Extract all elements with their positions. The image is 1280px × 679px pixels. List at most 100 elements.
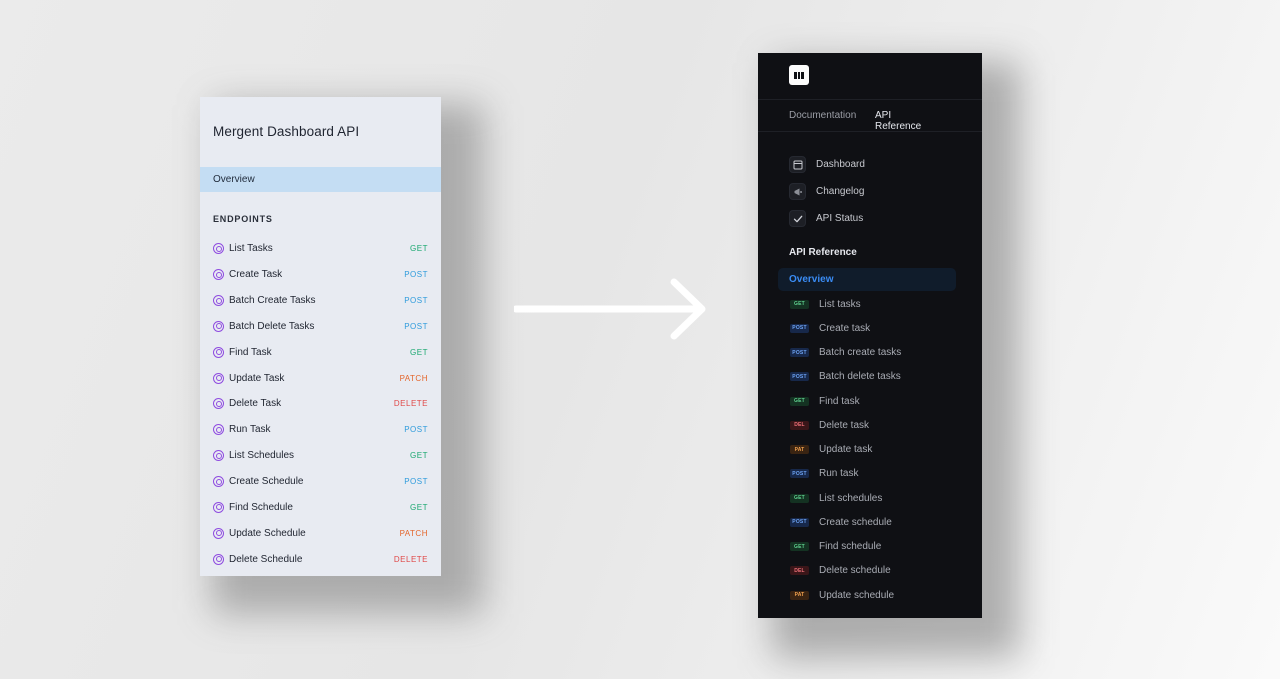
endpoint-item[interactable]: Create Task POST [213, 262, 428, 288]
tab-documentation[interactable]: Documentation [789, 110, 856, 132]
endpoint-label: Create task [819, 322, 871, 334]
method-badge: POST [790, 372, 809, 382]
primary-nav: Dashboard Changelog API Status [789, 151, 865, 232]
endpoint-label: Batch Delete Tasks [229, 320, 315, 332]
method-badge: GET [410, 451, 428, 461]
endpoint-label: Find Schedule [229, 501, 293, 513]
endpoint-item[interactable]: DEL Delete schedule [790, 559, 901, 583]
target-icon [213, 424, 224, 436]
target-icon [213, 527, 224, 539]
endpoint-item[interactable]: Run Task POST [213, 417, 428, 443]
endpoint-label: Delete schedule [819, 565, 891, 577]
method-badge: POST [790, 323, 809, 333]
endpoint-item[interactable]: Delete Schedule DELETE [213, 546, 428, 572]
nav-label: Dashboard [816, 159, 865, 170]
endpoint-item[interactable]: Batch Delete Tasks POST [213, 314, 428, 340]
method-badge: GET [790, 396, 809, 406]
endpoint-item[interactable]: PAT Update schedule [790, 583, 901, 607]
nav-label: API Status [816, 213, 864, 224]
method-badge: GET [410, 244, 428, 254]
endpoint-label: Create schedule [819, 516, 892, 528]
endpoint-label: Delete Schedule [229, 553, 303, 565]
endpoint-item[interactable]: Delete Task DELETE [213, 391, 428, 417]
light-sidebar: Mergent Dashboard API Overview ENDPOINTS… [200, 97, 441, 576]
endpoint-item[interactable]: POST Batch create tasks [790, 341, 901, 365]
logo-icon[interactable] [789, 65, 809, 85]
endpoint-label: Create Task [229, 269, 283, 281]
sidebar-title: Mergent Dashboard API [213, 124, 360, 139]
endpoint-item[interactable]: Update Schedule PATCH [213, 520, 428, 546]
nav-item-changelog[interactable]: Changelog [789, 178, 865, 205]
endpoint-item[interactable]: POST Batch delete tasks [790, 365, 901, 389]
endpoint-item[interactable]: Batch Create Tasks POST [213, 288, 428, 314]
method-badge: GET [790, 493, 809, 503]
endpoint-label: Batch delete tasks [819, 371, 901, 383]
endpoint-item[interactable]: Find Schedule GET [213, 494, 428, 520]
target-icon [213, 320, 224, 332]
nav-label: Changelog [816, 186, 865, 197]
endpoint-label: Create Schedule [229, 476, 304, 488]
method-badge: GET [790, 542, 809, 552]
endpoint-item[interactable]: GET Find task [790, 389, 901, 413]
endpoint-label: Delete task [819, 419, 870, 431]
endpoints-heading: ENDPOINTS [213, 214, 273, 224]
method-badge: PATCH [399, 528, 428, 538]
endpoint-item[interactable]: POST Create schedule [790, 510, 901, 534]
endpoint-label: Find Task [229, 346, 272, 358]
tab-api-reference[interactable]: API Reference [875, 110, 940, 132]
target-icon [213, 269, 224, 281]
endpoint-item[interactable]: GET Find schedule [790, 535, 901, 559]
method-badge: DELETE [393, 554, 428, 564]
method-badge: PAT [790, 590, 809, 600]
method-badge: POST [790, 469, 809, 479]
sidebar-item-overview[interactable]: Overview [200, 167, 441, 192]
endpoint-label: Update schedule [819, 589, 895, 601]
method-badge: GET [410, 347, 428, 357]
endpoint-label: List schedules [819, 492, 883, 504]
method-badge: POST [404, 270, 428, 280]
divider [758, 131, 982, 132]
endpoint-label: Update task [819, 444, 873, 456]
endpoint-item[interactable]: PAT Update task [790, 438, 901, 462]
endpoint-item[interactable]: DEL Delete task [790, 413, 901, 437]
endpoint-list: List Tasks GET Create Task POST Batch Cr… [213, 236, 428, 572]
method-badge: DEL [790, 420, 809, 430]
endpoint-item[interactable]: Update Task PATCH [213, 365, 428, 391]
method-badge: POST [404, 296, 428, 306]
endpoint-item[interactable]: Create Schedule POST [213, 469, 428, 495]
endpoint-item[interactable]: POST Create task [790, 316, 901, 340]
method-badge: POST [790, 348, 809, 358]
target-icon [213, 372, 224, 384]
endpoint-list: GET List tasks POST Create task POST Batch … [790, 292, 901, 607]
target-icon [213, 501, 224, 513]
endpoint-label: Batch create tasks [819, 347, 902, 359]
endpoint-label: Batch Create Tasks [229, 295, 316, 307]
divider [758, 99, 982, 100]
method-badge: POST [404, 321, 428, 331]
method-badge: DEL [790, 566, 809, 576]
method-badge: POST [404, 477, 428, 487]
arrow-right-icon [514, 278, 706, 340]
endpoint-label: Find schedule [819, 541, 882, 553]
endpoint-item[interactable]: GET List tasks [790, 292, 901, 316]
method-badge: PAT [790, 445, 809, 455]
sidebar-item-overview[interactable]: Overview [778, 268, 956, 291]
endpoint-label: Update Schedule [229, 527, 306, 539]
target-icon [213, 243, 224, 255]
endpoint-item[interactable]: Find Task GET [213, 339, 428, 365]
nav-item-dashboard[interactable]: Dashboard [789, 151, 865, 178]
endpoint-label: Run Task [229, 424, 271, 436]
method-badge: DELETE [393, 399, 428, 409]
endpoint-label: List tasks [819, 298, 861, 310]
method-badge: PATCH [399, 373, 428, 383]
endpoint-label: List Schedules [229, 450, 295, 462]
endpoint-item[interactable]: List Tasks GET [213, 236, 428, 262]
endpoint-item[interactable]: List Schedules GET [213, 443, 428, 469]
target-icon [213, 398, 224, 410]
nav-item-api-status[interactable]: API Status [789, 205, 865, 232]
layout-icon [789, 156, 806, 173]
method-badge: POST [404, 425, 428, 435]
endpoint-item[interactable]: POST Run task [790, 462, 901, 486]
endpoint-label: Update Task [229, 372, 285, 384]
endpoint-item[interactable]: GET List schedules [790, 486, 901, 510]
